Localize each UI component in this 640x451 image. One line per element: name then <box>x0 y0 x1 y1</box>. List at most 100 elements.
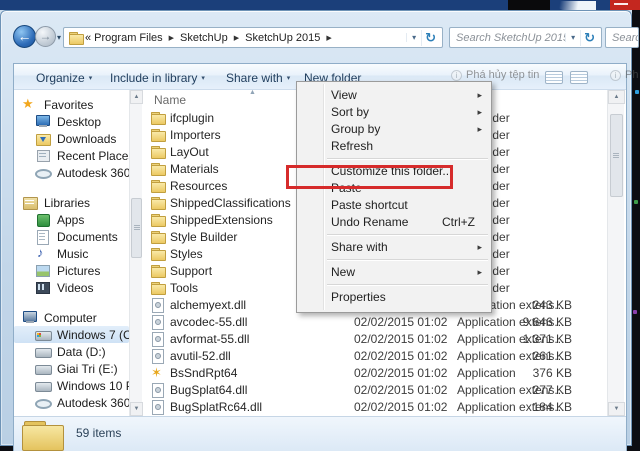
pictures-icon <box>35 264 51 277</box>
menu-item-paste-shortcut[interactable]: Paste shortcut <box>297 197 491 214</box>
list-view-icon[interactable] <box>545 71 563 84</box>
chevron-down-icon: ▾ <box>89 74 93 82</box>
sidebar-section-computer[interactable]: Computer <box>14 309 129 326</box>
folder-icon <box>22 419 64 450</box>
sidebar-item-music[interactable]: Music <box>14 245 129 262</box>
address-bar[interactable]: « Program Files▶SketchUp▶SketchUp 2015▶ … <box>63 27 443 48</box>
submenu-arrow-icon: ▸ <box>477 87 482 104</box>
file-size: 1.371 KB <box>497 332 572 346</box>
music-icon <box>35 247 51 260</box>
sidebar-item-windows-10-pro[interactable]: Windows 10 Pro <box>14 377 129 394</box>
file-name: ShippedExtensions <box>170 213 273 227</box>
file-name: avcodec-55.dll <box>170 315 247 329</box>
menu-item-new[interactable]: New▸ <box>297 264 491 281</box>
menu-item-sort-by[interactable]: Sort by▸ <box>297 104 491 121</box>
menu-item-properties[interactable]: Properties <box>297 289 491 306</box>
menu-item-group-by[interactable]: Group by▸ <box>297 121 491 138</box>
search-input[interactable]: Search SketchUp 2015 ▾ ↻ <box>449 27 602 48</box>
folder-icon <box>150 247 166 260</box>
breadcrumb-segment[interactable]: SketchUp <box>180 32 228 44</box>
submenu-arrow-icon: ▸ <box>477 239 482 256</box>
sidebar-item-recent-places[interactable]: Recent Places <box>14 147 129 164</box>
scroll-up-icon[interactable]: ▲ <box>608 90 625 104</box>
a360-icon <box>35 396 51 409</box>
search-dropdown-icon[interactable]: ▾ <box>565 33 580 42</box>
info-icon: i <box>610 70 621 81</box>
breadcrumb: « Program Files▶SketchUp▶SketchUp 2015▶ <box>84 32 406 44</box>
toolbar-button-share-with[interactable]: Share with▾ <box>226 69 290 86</box>
name-column-header[interactable]: Name <box>154 93 186 107</box>
sidebar-section-libraries[interactable]: Libraries <box>14 194 129 211</box>
menu-item-refresh[interactable]: Refresh <box>297 138 491 155</box>
table-row[interactable]: BugSplatRc64.dll02/02/2015 01:02Applicat… <box>142 398 607 415</box>
back-button[interactable]: ← <box>13 25 36 48</box>
translation-overlay: i Phá hủy tệp tin <box>451 69 539 81</box>
table-row[interactable]: avcodec-55.dll02/02/2015 01:02Applicatio… <box>142 313 607 330</box>
search-refresh-icon[interactable]: ↻ <box>580 30 601 46</box>
menu-separator <box>297 155 491 163</box>
file-name: Tools <box>170 281 198 295</box>
history-dropdown-icon[interactable]: ▾ <box>57 33 61 42</box>
sidebar-item-autodesk-360[interactable]: Autodesk 360 <box>14 394 129 411</box>
explorer-window: ← → ▾ « Program Files▶SketchUp▶SketchUp … <box>0 10 632 446</box>
forward-button[interactable]: → <box>35 26 56 47</box>
table-row[interactable]: BsSndRpt6402/02/2015 01:02Application376… <box>142 364 607 381</box>
details-view-icon[interactable] <box>570 71 588 84</box>
context-menu: View▸Sort by▸Group by▸RefreshCustomize t… <box>296 81 492 313</box>
refresh-icon[interactable]: ↻ <box>421 30 442 46</box>
app-icon <box>150 366 166 379</box>
file-size: 376 KB <box>497 366 572 380</box>
sidebar-item-documents[interactable]: Documents <box>14 228 129 245</box>
translation-overlay-right: i Ph <box>610 69 638 81</box>
recent-icon <box>35 149 51 162</box>
address-dropdown-icon[interactable]: ▾ <box>406 33 421 42</box>
scrollbar-thumb[interactable] <box>610 114 623 197</box>
breadcrumb-separator-icon: ▶ <box>234 34 239 42</box>
sidebar-item-autodesk-360[interactable]: Autodesk 360 <box>14 164 129 181</box>
sidebar-item-videos[interactable]: Videos <box>14 279 129 296</box>
sidebar-scrollbar[interactable]: ▲ ▼ <box>129 90 142 416</box>
file-name: Style Builder <box>170 230 237 244</box>
breadcrumb-segment[interactable]: SketchUp 2015 <box>245 32 320 44</box>
search-placeholder: Search SketchUp 2015 <box>456 32 565 44</box>
menu-item-view[interactable]: View▸ <box>297 87 491 104</box>
date-modified: 02/02/2015 01:02 <box>354 400 447 414</box>
folder-icon <box>150 281 166 294</box>
file-name: ifcplugin <box>170 111 214 125</box>
folder-icon <box>150 230 166 243</box>
sidebar-item-desktop[interactable]: Desktop <box>14 113 129 130</box>
date-modified: 02/02/2015 01:02 <box>354 383 447 397</box>
secondary-search-placeholder: Search <box>612 32 638 44</box>
toolbar-button-organize[interactable]: Organize▾ <box>36 69 92 86</box>
toolbar-button-include-in-library[interactable]: Include in library▾ <box>110 69 205 86</box>
table-row[interactable]: avutil-52.dll02/02/2015 01:02Application… <box>142 347 607 364</box>
background-fragment <box>556 1 596 10</box>
star-icon <box>22 98 38 111</box>
menu-item-share-with[interactable]: Share with▸ <box>297 239 491 256</box>
scrollbar-thumb[interactable] <box>131 198 142 258</box>
dll-icon <box>150 349 166 362</box>
breadcrumb-segment[interactable]: « Program Files <box>85 32 163 44</box>
file-name: BugSplatRc64.dll <box>170 400 262 414</box>
item-count: 59 items <box>76 426 121 440</box>
secondary-search-input[interactable]: Search <box>605 27 639 48</box>
table-row[interactable]: avformat-55.dll02/02/2015 01:02Applicati… <box>142 330 607 347</box>
sidebar-item-giai-tri-e-[interactable]: Giai Tri (E:) <box>14 360 129 377</box>
file-size: 184 KB <box>497 400 572 414</box>
sidebar-item-pictures[interactable]: Pictures <box>14 262 129 279</box>
table-row[interactable]: BugSplat64.dll02/02/2015 01:02Applicatio… <box>142 381 607 398</box>
sidebar-section-favorites[interactable]: Favorites <box>14 96 129 113</box>
file-name: BsSndRpt64 <box>170 366 237 380</box>
sidebar-item-downloads[interactable]: Downloads <box>14 130 129 147</box>
file-size: 9.646 KB <box>497 315 572 329</box>
drive-icon <box>35 379 51 392</box>
file-list-scrollbar[interactable]: ▲ ▼ <box>607 90 624 416</box>
menu-item-undo-rename[interactable]: Undo RenameCtrl+Z <box>297 214 491 231</box>
sidebar-item-apps[interactable]: Apps <box>14 211 129 228</box>
sort-ascending-icon: ▲ <box>249 89 256 96</box>
sidebar-item-data-d-[interactable]: Data (D:) <box>14 343 129 360</box>
file-name: Support <box>170 264 212 278</box>
scroll-down-icon[interactable]: ▼ <box>608 402 625 416</box>
sidebar-item-windows-7-c-[interactable]: Windows 7 (C:) <box>14 326 129 343</box>
folder-icon <box>150 196 166 209</box>
